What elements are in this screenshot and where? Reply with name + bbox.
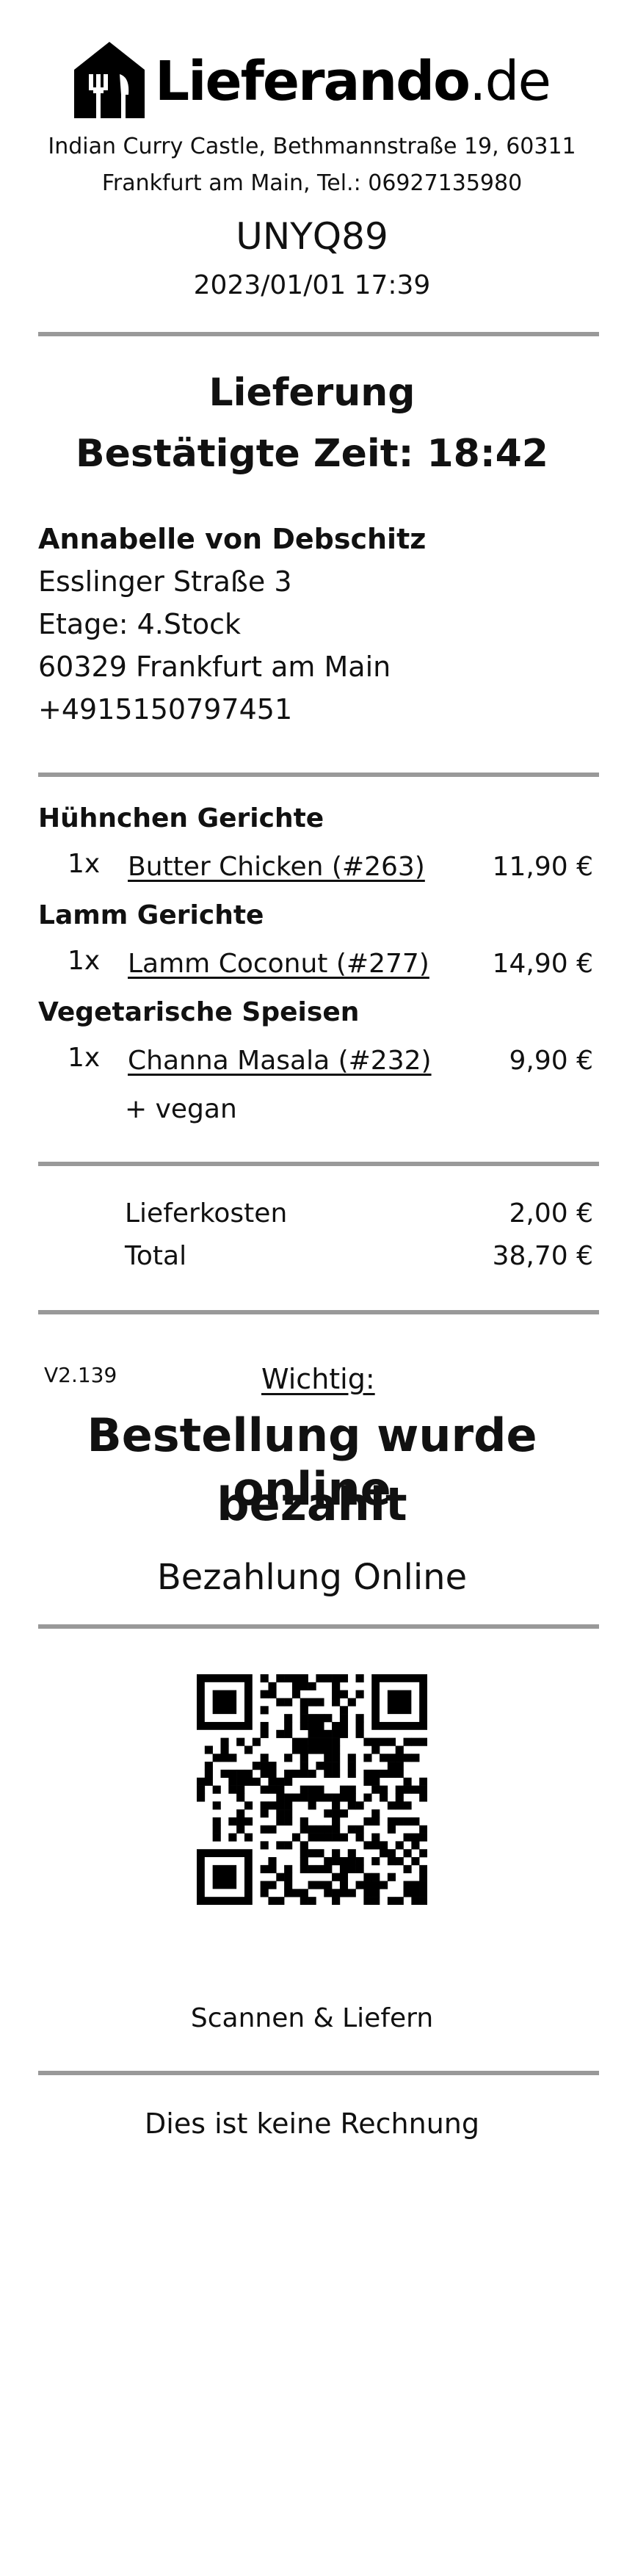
total-label: Total: [125, 1241, 187, 1271]
order-code: UNYQ89: [236, 215, 388, 258]
divider: [38, 2071, 599, 2075]
category-title: Lamm Gerichte: [38, 900, 264, 930]
confirmed-time: Bestätigte Zeit: 18:42: [75, 432, 548, 476]
customer-city: 60329 Frankfurt am Main: [38, 651, 391, 683]
delivery-fee-value: 2,00 €: [509, 1198, 593, 1229]
brand-logo: Lieferando.de: [0, 26, 624, 137]
divider: [38, 773, 599, 777]
category-title: Hühnchen Gerichte: [38, 803, 324, 833]
order-datetime: 2023/01/01 17:39: [193, 270, 431, 300]
version-label: V2.139: [44, 1363, 117, 1387]
divider: [38, 332, 599, 336]
receipt: Lieferando.de Indian Curry Castle, Bethm…: [0, 0, 624, 2576]
scan-deliver-label: Scannen & Liefern: [190, 2003, 434, 2033]
qr-code-icon: [197, 1674, 428, 1906]
no-invoice-note: Dies ist keine Rechnung: [145, 2108, 479, 2140]
customer-street: Esslinger Straße 3: [38, 565, 292, 598]
house-fork-knife-icon: [73, 42, 145, 121]
customer-floor: Etage: 4.Stock: [38, 608, 242, 640]
item-price: 14,90 €: [492, 949, 593, 979]
category-title: Vegetarische Speisen: [38, 997, 360, 1027]
important-label: Wichtig:: [261, 1363, 375, 1395]
item-name: Channa Masala (#232): [128, 1046, 432, 1076]
item-qty: 1x: [68, 946, 101, 976]
brand-domain: .de: [468, 50, 551, 113]
item-qty: 1x: [68, 1043, 101, 1073]
total-value: 38,70 €: [492, 1241, 593, 1271]
customer-name: Annabelle von Debschitz: [38, 523, 427, 555]
restaurant-address-line2: Frankfurt am Main, Tel.: 06927135980: [101, 170, 523, 196]
item-extra: + vegan: [125, 1094, 237, 1124]
item-price: 11,90 €: [492, 852, 593, 882]
divider: [38, 1162, 599, 1166]
divider: [38, 1310, 599, 1314]
item-name: Lamm Coconut (#277): [128, 949, 429, 979]
restaurant-address-line1: Indian Curry Castle, Bethmannstraße 19, …: [48, 134, 576, 159]
brand-name: Lieferando: [154, 50, 471, 113]
customer-phone: +4915150797451: [38, 693, 293, 726]
payment-notice-line2: bezahlt: [217, 1477, 407, 1531]
divider: [38, 1624, 599, 1629]
delivery-type: Lieferung: [208, 371, 416, 415]
delivery-fee-label: Lieferkosten: [125, 1198, 288, 1229]
item-price: 9,90 €: [509, 1046, 593, 1076]
payment-method: Bezahlung Online: [156, 1557, 468, 1598]
item-name: Butter Chicken (#263): [128, 852, 425, 882]
item-qty: 1x: [68, 849, 101, 879]
